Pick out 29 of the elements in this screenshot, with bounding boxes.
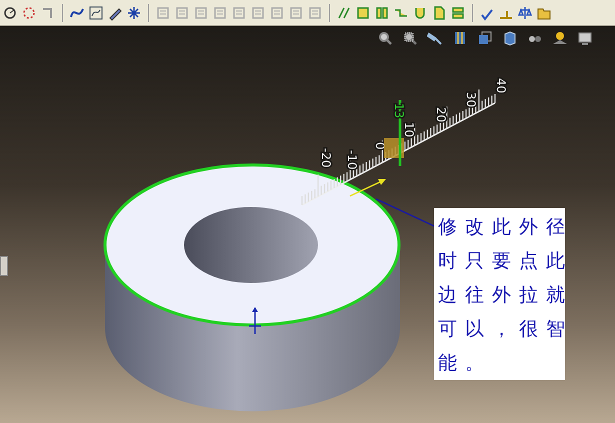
ruler-label: 20	[434, 107, 448, 122]
asterisk-icon[interactable]	[126, 4, 142, 20]
cube-icon[interactable]	[502, 30, 518, 46]
ruler-label: 40	[494, 78, 508, 94]
arrow-icon	[350, 179, 386, 197]
zoom-area-icon[interactable]	[402, 30, 418, 46]
monitor-icon[interactable]	[577, 30, 593, 46]
balance-icon[interactable]	[517, 4, 533, 20]
axis-triad-icon	[248, 307, 262, 335]
bars-icon[interactable]	[374, 4, 390, 20]
note-text: 修改此外径时只要点此边往外拉就可以，很智能。	[438, 215, 574, 376]
box-view-icon[interactable]	[477, 30, 493, 46]
flashlight-icon[interactable]	[427, 30, 443, 46]
boxed-curve-icon[interactable]	[88, 4, 104, 20]
ruler-label: 10	[402, 122, 416, 138]
circle-icon[interactable]	[2, 4, 18, 20]
ruler-label: 0	[373, 142, 387, 150]
ruler-label: -10	[345, 150, 359, 170]
scene-icon[interactable]	[552, 30, 568, 46]
leader-line	[376, 198, 434, 227]
section-icon[interactable]	[452, 30, 468, 46]
square-icon[interactable]	[355, 4, 371, 20]
ruler-label: -20	[319, 148, 333, 168]
ruler-label: 30	[464, 92, 478, 108]
zoom-icon[interactable]	[377, 30, 393, 46]
panel-handle[interactable]	[0, 256, 8, 276]
link-icon[interactable]	[450, 4, 466, 20]
ruler-value: 13	[392, 103, 406, 118]
dashed-circle-icon[interactable]	[21, 4, 37, 20]
